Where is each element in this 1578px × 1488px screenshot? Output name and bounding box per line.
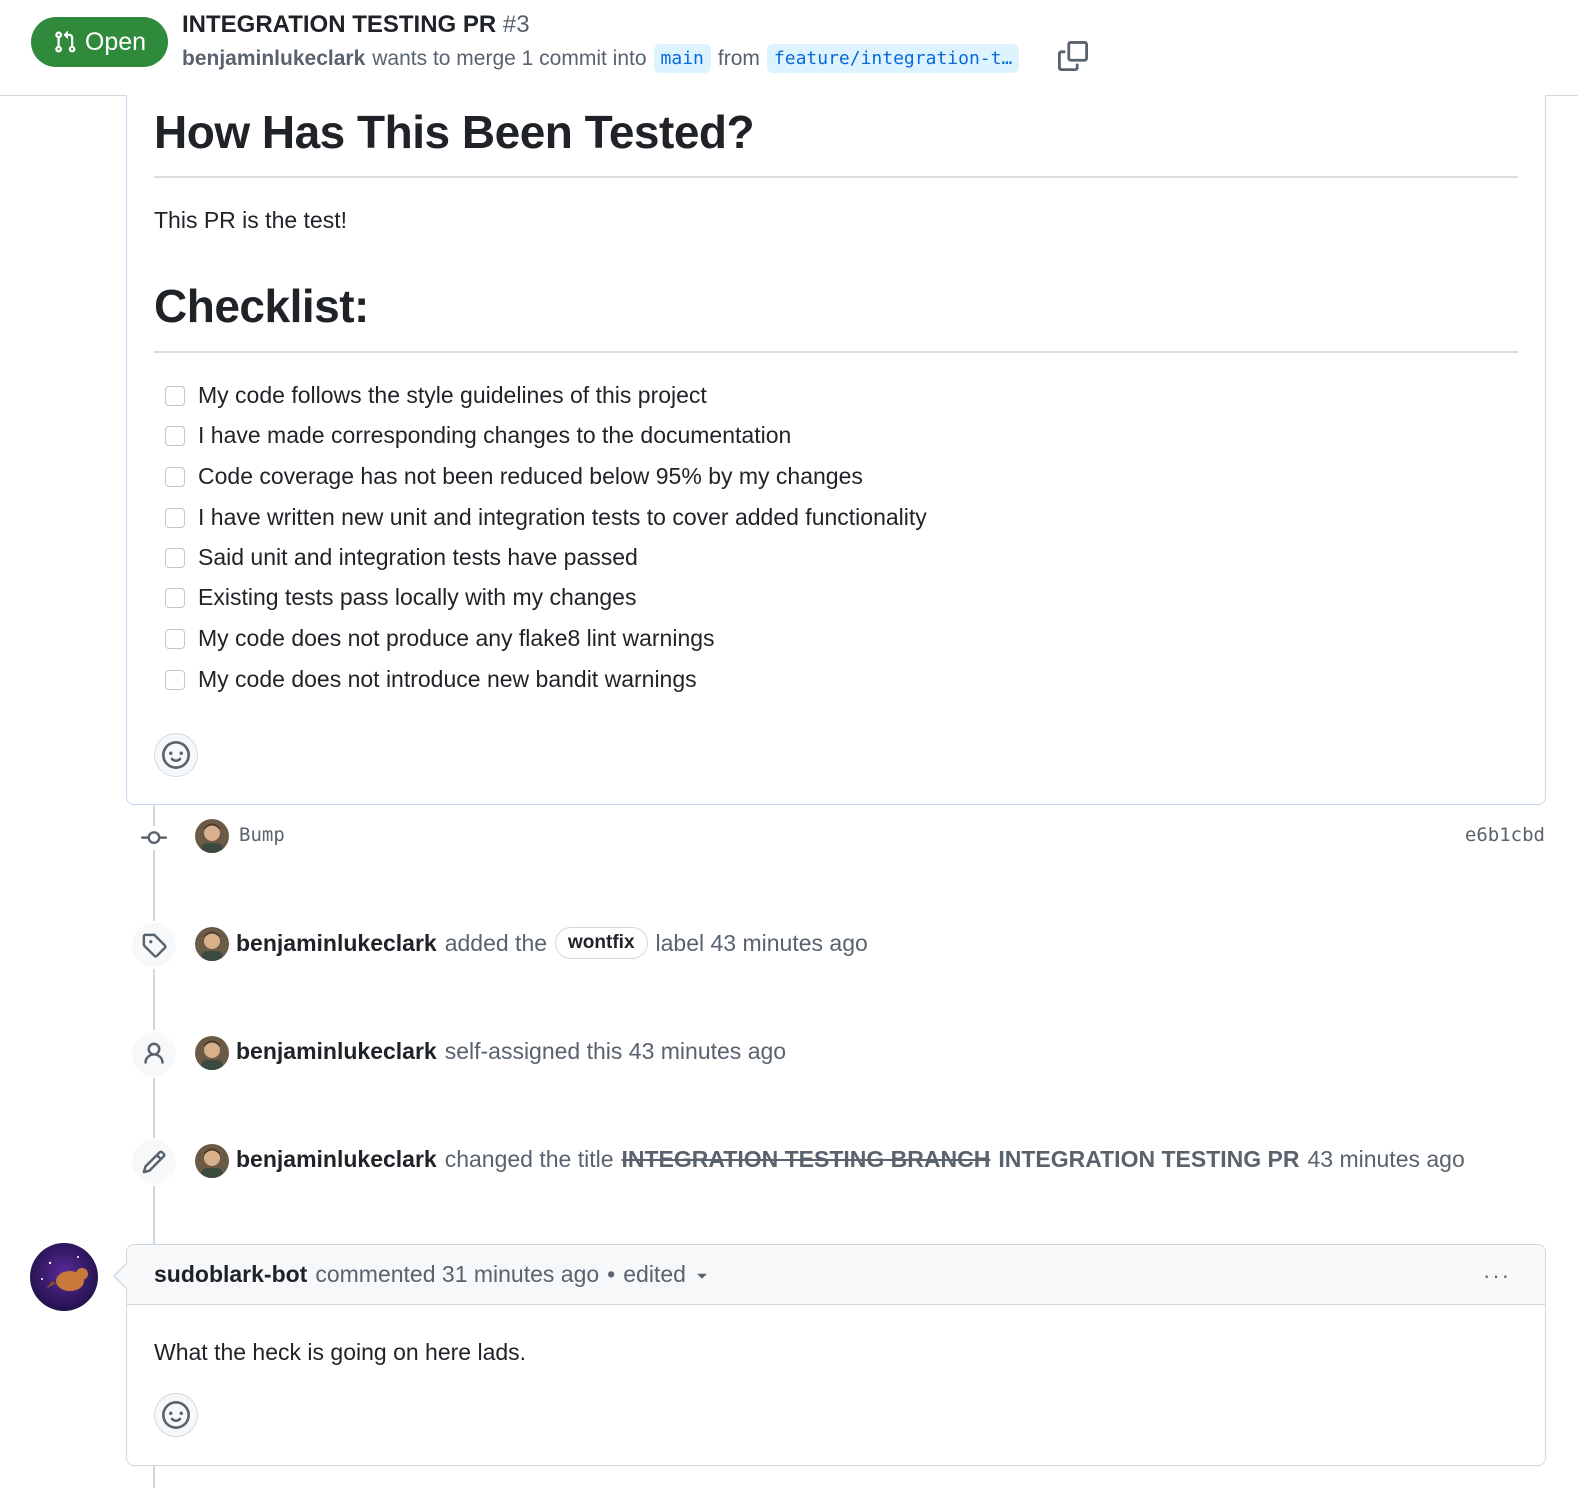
- pencil-icon: [130, 1138, 178, 1186]
- checklist-item: Existing tests pass locally with my chan…: [165, 584, 636, 611]
- pr-title: INTEGRATION TESTING PR #3: [182, 11, 530, 39]
- kebab-horizontal-icon[interactable]: ···: [1483, 1263, 1511, 1289]
- tested-text: This PR is the test!: [154, 207, 348, 233]
- add-reaction-button[interactable]: [154, 1393, 198, 1437]
- comment: sudoblark-bot commented 31 minutes ago •…: [126, 1244, 1546, 1466]
- event-actor-link[interactable]: benjaminlukeclark: [236, 930, 437, 957]
- heading-divider: [154, 351, 1518, 353]
- checklist-item-label: I have written new unit and integration …: [198, 504, 927, 530]
- comment-body: What the heck is going on here lads.: [154, 1339, 527, 1365]
- task-checkbox[interactable]: [165, 587, 185, 608]
- assign-event: benjaminlukeclark self-assigned this 43 …: [236, 1038, 786, 1065]
- checklist-item-label: My code does not produce any flake8 lint…: [198, 625, 715, 651]
- avatar[interactable]: [195, 819, 229, 853]
- checklist-item: I have made corresponding changes to the…: [165, 422, 791, 449]
- base-branch-link[interactable]: main: [653, 44, 711, 73]
- event-text: added the: [444, 929, 548, 956]
- checklist-item-label: My code does not introduce new bandit wa…: [198, 666, 697, 692]
- checklist-item-label: Said unit and integration tests have pas…: [198, 544, 638, 570]
- event-time: 43 minutes ago: [1307, 1146, 1465, 1172]
- merge-text: wants to merge 1 commit into: [372, 46, 647, 70]
- old-title: INTEGRATION TESTING BRANCH: [621, 1146, 991, 1172]
- new-title: INTEGRATION TESTING PR: [998, 1146, 1300, 1172]
- rename-event: benjaminlukeclark changed the title INTE…: [236, 1146, 1465, 1173]
- git-commit-icon: [138, 826, 170, 850]
- event-actor-link[interactable]: benjaminlukeclark: [236, 1146, 437, 1173]
- from-text: from: [717, 46, 760, 70]
- checklist-item-label: Existing tests pass locally with my chan…: [198, 584, 637, 610]
- pr-description: How Has This Been Tested? This PR is the…: [126, 95, 1546, 805]
- event-time: label 43 minutes ago: [655, 929, 868, 956]
- pr-author-link[interactable]: benjaminlukeclark: [182, 47, 365, 71]
- checklist-item: My code does not produce any flake8 lint…: [165, 625, 715, 652]
- checklist-item-label: Code coverage has not been reduced below…: [198, 463, 863, 489]
- pr-header: Open INTEGRATION TESTING PR #3 benjaminl…: [0, 0, 1578, 96]
- event-text: self-assigned this 43 minutes ago: [444, 1038, 787, 1064]
- task-checkbox[interactable]: [165, 466, 185, 487]
- avatar[interactable]: [195, 927, 229, 961]
- label-event: benjaminlukeclark added the wontfix labe…: [236, 927, 868, 959]
- checklist-item: Said unit and integration tests have pas…: [165, 544, 638, 571]
- task-checkbox[interactable]: [165, 669, 185, 690]
- comment-author-link[interactable]: sudoblark-bot: [154, 1261, 307, 1288]
- task-checkbox[interactable]: [165, 547, 185, 568]
- copy-icon[interactable]: [1058, 41, 1088, 71]
- separator-dot: •: [607, 1261, 616, 1287]
- triangle-down-icon: [697, 1273, 707, 1279]
- tag-icon: [130, 921, 178, 969]
- checklist-item: My code does not introduce new bandit wa…: [165, 666, 697, 693]
- task-checkbox[interactable]: [165, 628, 185, 649]
- edited-dropdown[interactable]: edited: [623, 1261, 712, 1288]
- label-badge[interactable]: wontfix: [555, 927, 648, 959]
- task-checkbox[interactable]: [165, 425, 185, 446]
- pr-merge-summary: benjaminlukeclark wants to merge 1 commi…: [182, 44, 1020, 73]
- avatar[interactable]: [195, 1144, 229, 1178]
- comment-meta: sudoblark-bot commented 31 minutes ago •…: [154, 1261, 712, 1288]
- add-reaction-button[interactable]: [154, 733, 198, 777]
- checklist-item: I have written new unit and integration …: [165, 504, 927, 531]
- person-icon: [130, 1030, 178, 1078]
- commit-sha-link[interactable]: e6b1cbd: [1465, 824, 1545, 846]
- git-pull-request-icon: [55, 30, 76, 53]
- checklist-item-label: I have made corresponding changes to the…: [198, 422, 792, 448]
- comment-header: sudoblark-bot commented 31 minutes ago •…: [127, 1245, 1545, 1305]
- event-actor-link[interactable]: benjaminlukeclark: [236, 1038, 437, 1065]
- pr-state-badge: Open: [31, 17, 168, 67]
- heading-checklist: Checklist:: [154, 280, 369, 332]
- heading-divider: [154, 176, 1518, 178]
- smiley-icon: [162, 741, 190, 769]
- bot-avatar[interactable]: [30, 1243, 98, 1311]
- task-checkbox[interactable]: [165, 507, 185, 528]
- avatar[interactable]: [195, 1036, 229, 1070]
- event-text: changed the title: [444, 1146, 614, 1172]
- head-branch-link[interactable]: feature/integration-t…: [766, 44, 1020, 73]
- pr-title-text: INTEGRATION TESTING PR: [182, 11, 497, 38]
- edited-label: edited: [623, 1261, 686, 1287]
- heading-tested: How Has This Been Tested?: [154, 106, 755, 158]
- pr-number: #3: [502, 11, 530, 38]
- pr-state-label: Open: [84, 27, 147, 56]
- comment-timestamp[interactable]: commented 31 minutes ago: [315, 1261, 599, 1288]
- task-checkbox[interactable]: [165, 385, 185, 406]
- checklist-item: Code coverage has not been reduced below…: [165, 463, 863, 490]
- comment-caret-fill: [115, 1263, 128, 1289]
- checklist-item-label: My code follows the style guidelines of …: [198, 382, 707, 408]
- smiley-icon: [162, 1401, 190, 1429]
- commit-message-link[interactable]: Bump: [239, 824, 285, 846]
- checklist-item: My code follows the style guidelines of …: [165, 382, 707, 409]
